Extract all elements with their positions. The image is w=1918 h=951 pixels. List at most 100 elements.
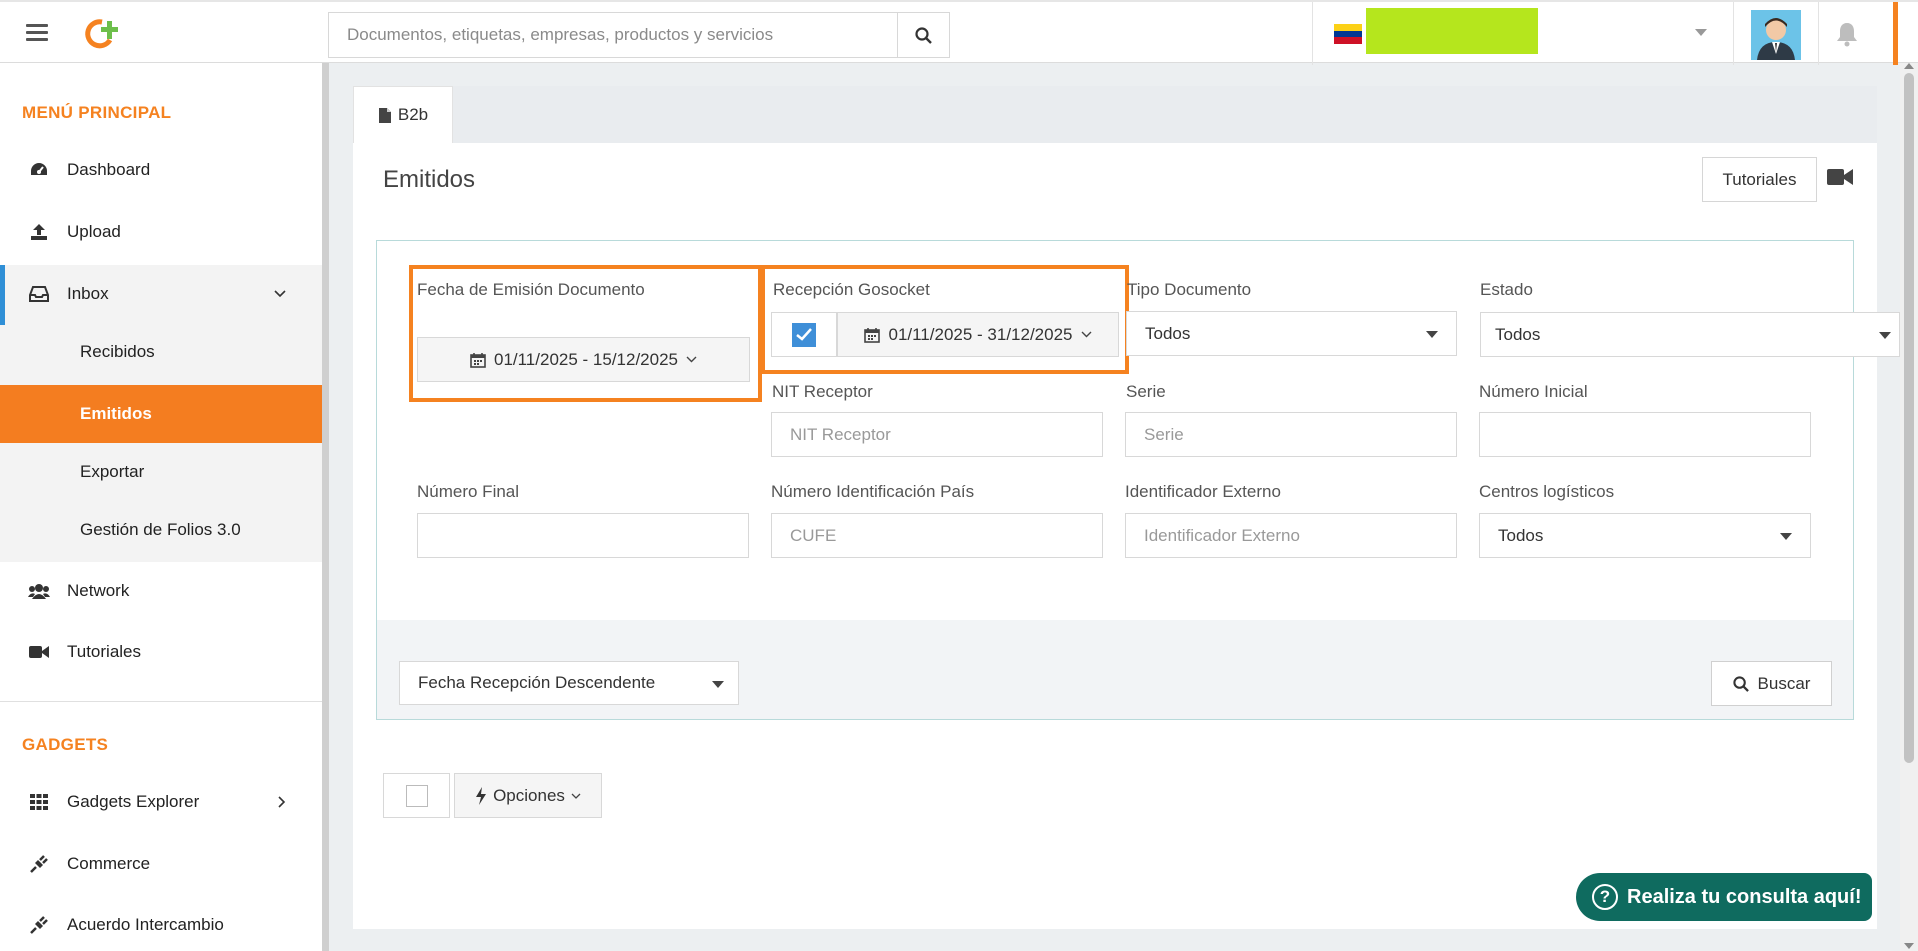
chevron-down-icon[interactable] bbox=[274, 290, 286, 298]
video-camera-icon[interactable] bbox=[1827, 168, 1853, 186]
sidebar-item-label: Tutoriales bbox=[67, 642, 142, 661]
divider bbox=[1312, 2, 1313, 65]
plug-icon bbox=[28, 915, 50, 935]
select-all-checkbox[interactable] bbox=[383, 773, 450, 818]
select-value: Todos bbox=[1145, 323, 1191, 343]
page-scrollbar[interactable] bbox=[1900, 63, 1918, 951]
users-icon bbox=[28, 581, 50, 601]
file-icon bbox=[378, 107, 391, 123]
identificador-externo-input[interactable] bbox=[1125, 513, 1457, 558]
lightning-icon bbox=[476, 786, 487, 805]
tab-bar bbox=[353, 86, 1877, 143]
global-search-input[interactable] bbox=[329, 13, 949, 57]
top-bar bbox=[0, 0, 1918, 65]
numero-inicial-label: Número Inicial bbox=[1479, 382, 1588, 401]
serie-label: Serie bbox=[1126, 382, 1166, 401]
caret-down-icon bbox=[1780, 533, 1792, 540]
chevron-down-icon bbox=[1081, 331, 1091, 338]
global-search bbox=[328, 12, 950, 58]
plug-icon bbox=[28, 854, 50, 874]
numero-final-label: Número Final bbox=[417, 482, 520, 501]
estado-label: Estado bbox=[1480, 280, 1533, 299]
chevron-down-icon[interactable] bbox=[1695, 29, 1707, 36]
sidebar-item-label: Gadgets Explorer bbox=[67, 792, 200, 811]
date-range-value: 01/11/2025 - 15/12/2025 bbox=[493, 349, 678, 369]
recepcion-gosocket-checkbox[interactable] bbox=[771, 312, 837, 357]
tab-b2b[interactable]: B2b bbox=[353, 86, 453, 143]
sidebar-item-commerce[interactable]: Commerce bbox=[0, 835, 322, 893]
dashboard-icon bbox=[28, 160, 50, 180]
buscar-label: Buscar bbox=[1757, 673, 1811, 693]
sidebar-item-dashboard[interactable]: Dashboard bbox=[0, 141, 322, 199]
centros-logisticos-label: Centros logísticos bbox=[1479, 482, 1615, 501]
sidebar-subitem-label: Recibidos bbox=[80, 342, 155, 361]
chevron-down-icon bbox=[686, 356, 697, 363]
main-menu-title: MENÚ PRINCIPAL bbox=[22, 103, 172, 122]
sidebar-item-label: Network bbox=[67, 581, 130, 600]
sidebar-scrollbar[interactable] bbox=[322, 63, 329, 951]
help-chat-button[interactable]: ? Realiza tu consulta aquí! bbox=[1576, 873, 1872, 921]
divider bbox=[1818, 2, 1819, 65]
checkbox-box bbox=[405, 784, 428, 807]
sidebar-item-inbox[interactable]: Inbox bbox=[0, 265, 322, 323]
tab-label: B2b bbox=[397, 105, 429, 124]
sidebar-item-gadgets-explorer[interactable]: Gadgets Explorer bbox=[0, 773, 322, 831]
sidebar-item-label: Dashboard bbox=[67, 160, 151, 179]
hamburger-menu-icon[interactable] bbox=[26, 24, 48, 42]
estado-select[interactable]: Todos bbox=[1480, 312, 1900, 357]
user-avatar[interactable] bbox=[1751, 10, 1801, 60]
caret-down-icon bbox=[1879, 332, 1891, 339]
checkmark-icon bbox=[792, 322, 816, 347]
fecha-emision-daterange[interactable]: 01/11/2025 - 15/12/2025 bbox=[417, 337, 750, 382]
centros-logisticos-select[interactable]: Todos bbox=[1479, 513, 1811, 558]
chevron-right-icon[interactable] bbox=[278, 796, 286, 808]
nit-receptor-label: NIT Receptor bbox=[772, 382, 873, 401]
colombia-flag-icon bbox=[1334, 24, 1362, 44]
numero-final-input[interactable] bbox=[417, 513, 749, 558]
divider bbox=[0, 701, 322, 702]
sidebar-item-tutoriales[interactable]: Tutoriales bbox=[0, 623, 322, 681]
upload-icon bbox=[28, 222, 50, 242]
fecha-emision-label: Fecha de Emisión Documento bbox=[417, 280, 645, 299]
serie-input[interactable] bbox=[1125, 412, 1457, 457]
select-value: Todos bbox=[1498, 525, 1544, 545]
sidebar-item-upload[interactable]: Upload bbox=[0, 203, 322, 261]
tutorials-button[interactable]: Tutoriales bbox=[1702, 157, 1817, 202]
sidebar-subitem-recibidos[interactable]: Recibidos bbox=[0, 323, 322, 381]
inbox-icon bbox=[28, 284, 50, 304]
sort-order-select[interactable]: Fecha Recepción Descendente bbox=[399, 661, 739, 705]
sidebar: MENÚ PRINCIPAL Dashboard Upload Inbox Re… bbox=[0, 63, 322, 951]
notification-bell-icon[interactable] bbox=[1835, 21, 1859, 47]
company-selector[interactable] bbox=[1366, 8, 1538, 54]
tipo-documento-select[interactable]: Todos bbox=[1126, 311, 1457, 356]
scroll-thumb[interactable] bbox=[1904, 73, 1914, 763]
identificador-externo-label: Identificador Externo bbox=[1125, 482, 1281, 501]
nit-receptor-input[interactable] bbox=[771, 412, 1103, 457]
calendar-icon bbox=[864, 327, 881, 343]
numero-inicial-input[interactable] bbox=[1479, 412, 1811, 457]
tipo-documento-label: Tipo Documento bbox=[1127, 280, 1252, 299]
caret-down-icon bbox=[1426, 331, 1438, 338]
search-button[interactable] bbox=[897, 13, 949, 57]
video-camera-icon bbox=[28, 642, 50, 662]
buscar-button[interactable]: Buscar bbox=[1711, 661, 1832, 706]
sidebar-item-label: Upload bbox=[67, 222, 121, 241]
sidebar-subitem-emitidos[interactable]: Emitidos bbox=[0, 385, 322, 443]
sidebar-subitem-exportar[interactable]: Exportar bbox=[0, 443, 322, 501]
sidebar-item-network[interactable]: Network bbox=[0, 562, 322, 620]
opciones-button[interactable]: Opciones bbox=[454, 773, 602, 818]
scroll-down-arrow-icon[interactable] bbox=[1904, 943, 1914, 949]
accent-strip bbox=[1893, 2, 1898, 65]
question-icon: ? bbox=[1592, 884, 1618, 910]
sidebar-subitem-gestion-folios[interactable]: Gestión de Folios 3.0 bbox=[0, 501, 322, 559]
recepcion-gosocket-daterange[interactable]: 01/11/2025 - 31/12/2025 bbox=[837, 312, 1119, 357]
gosocket-logo[interactable] bbox=[80, 16, 124, 52]
scroll-up-arrow-icon[interactable] bbox=[1904, 63, 1914, 69]
recepcion-gosocket-label: Recepción Gosocket bbox=[773, 280, 930, 299]
gadgets-title: GADGETS bbox=[22, 735, 109, 754]
search-icon bbox=[915, 26, 932, 44]
sidebar-item-acuerdo-intercambio[interactable]: Acuerdo Intercambio bbox=[0, 896, 322, 951]
grid-icon bbox=[28, 792, 50, 812]
opciones-label: Opciones bbox=[493, 785, 565, 805]
numero-identificacion-input[interactable] bbox=[771, 513, 1103, 558]
